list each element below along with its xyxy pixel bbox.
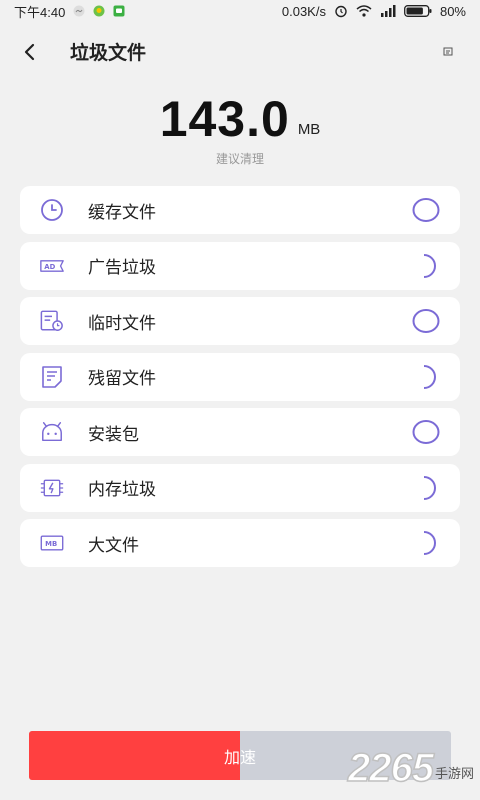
- network-speed: 0.03K/s: [281, 3, 326, 19]
- page-title: 垃圾文件: [70, 43, 147, 64]
- header-action-button[interactable]: [440, 44, 456, 60]
- signal-icon: [380, 5, 396, 17]
- category-label: 缓存文件: [88, 202, 156, 222]
- small-document-icon: [443, 47, 453, 56]
- ad-icon: AD: [40, 254, 64, 278]
- junk-category-list: 缓存文件 AD 广告垃圾 临时文件 残留文件 安装包 内存垃圾 MB 大文件: [20, 186, 460, 575]
- svg-text:AD: AD: [44, 263, 55, 271]
- wechat-notification-icon: [113, 5, 125, 17]
- watermark-number: 2265: [347, 746, 434, 790]
- category-row-apk[interactable]: 安装包: [20, 408, 460, 456]
- scanning-spinner-icon: [412, 364, 440, 390]
- category-label: 临时文件: [88, 313, 156, 333]
- category-label: 广告垃圾: [88, 258, 156, 277]
- size-row: 143.0 MB: [0, 92, 480, 146]
- app-notification-icon: [93, 5, 105, 17]
- category-row-large-file[interactable]: MB 大文件: [20, 519, 460, 567]
- chevron-left-icon: [24, 43, 35, 61]
- category-row-residual[interactable]: 残留文件: [20, 352, 460, 401]
- temp-file-icon: [40, 309, 64, 333]
- cleanup-hint: 建议清理: [215, 152, 264, 166]
- junk-size-value: 143.0: [159, 91, 290, 147]
- category-row-memory[interactable]: 内存垃圾: [20, 463, 460, 512]
- category-row-cache[interactable]: 缓存文件: [20, 186, 460, 234]
- battery-icon: [404, 5, 432, 17]
- category-label: 残留文件: [88, 369, 156, 388]
- back-button[interactable]: [14, 36, 46, 68]
- header: 垃圾文件: [0, 30, 480, 74]
- memory-icon: [40, 476, 64, 500]
- svg-text:MB: MB: [45, 540, 57, 548]
- site-watermark: 2265 手游网: [347, 746, 474, 790]
- status-bar: 下午4:40 0.03K/s 80%: [0, 0, 480, 22]
- scan-complete-circle-icon: [412, 197, 440, 223]
- scanning-spinner-icon: [412, 253, 440, 279]
- category-label: 内存垃圾: [88, 480, 156, 499]
- android-icon: [40, 420, 64, 444]
- category-label: 安装包: [88, 424, 139, 444]
- scanning-spinner-icon: [412, 475, 440, 501]
- wifi-icon: [356, 5, 372, 17]
- category-row-ad[interactable]: AD 广告垃圾: [20, 241, 460, 290]
- residual-file-icon: [40, 365, 64, 389]
- tilde-notification-icon: [73, 5, 85, 17]
- category-label: 大文件: [88, 535, 139, 555]
- alarm-icon: [334, 4, 348, 18]
- status-right: 0.03K/s 80%: [282, 4, 466, 19]
- scan-complete-circle-icon: [412, 419, 440, 445]
- clock-icon: [40, 198, 64, 222]
- battery-percent: 80%: [439, 3, 466, 19]
- mb-icon: MB: [40, 531, 64, 555]
- junk-size-unit: MB: [297, 121, 321, 138]
- status-left: 下午4:40: [14, 2, 125, 21]
- junk-summary: 143.0 MB 建议清理: [0, 92, 480, 167]
- scanning-spinner-icon: [412, 530, 440, 556]
- status-time: 下午4:40: [14, 4, 66, 20]
- watermark-text: 手游网: [434, 766, 474, 781]
- scan-complete-circle-icon: [412, 308, 440, 334]
- category-row-temp[interactable]: 临时文件: [20, 297, 460, 345]
